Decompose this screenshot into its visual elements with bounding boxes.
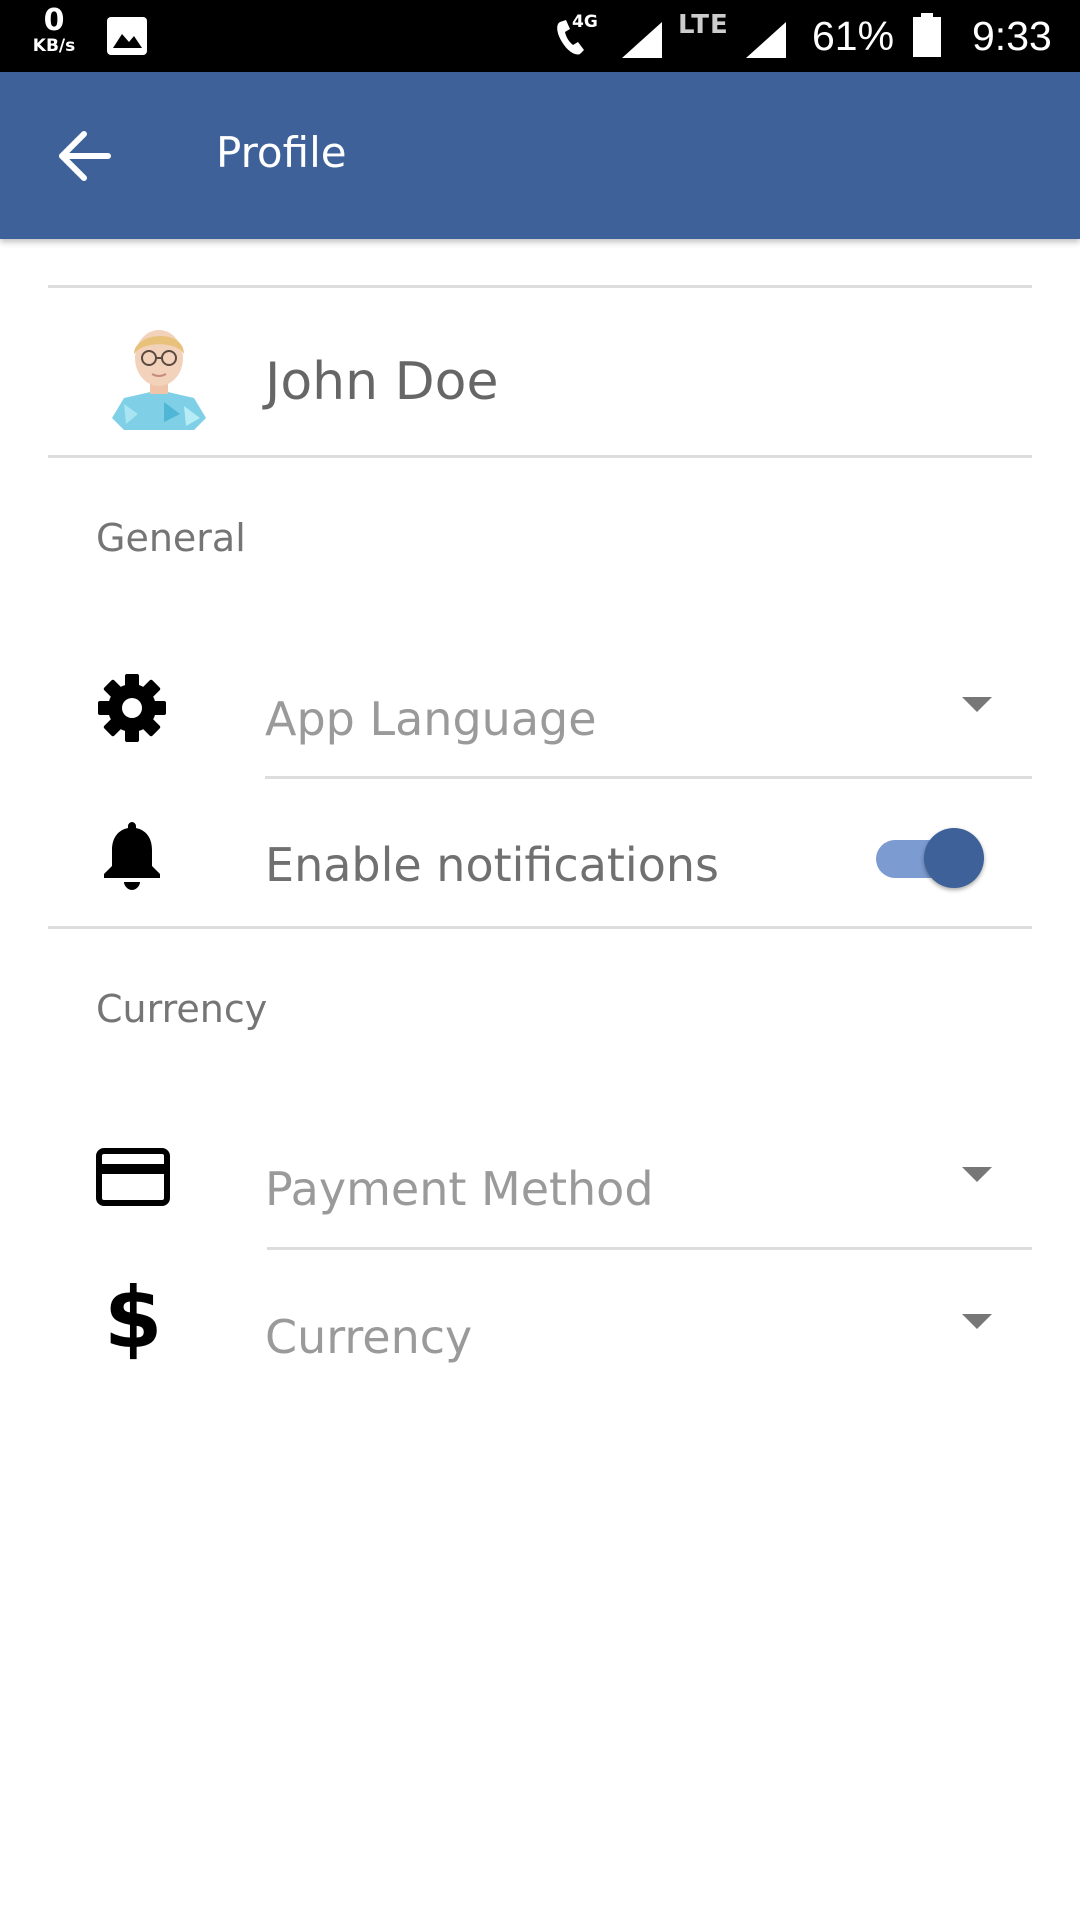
battery-percent: 61% [812,13,895,59]
notifications-toggle[interactable] [876,826,986,888]
notifications-label: Enable notifications [265,838,719,892]
chevron-down-icon [962,697,992,712]
bell-icon [104,822,160,890]
divider-profile [48,455,1032,458]
image-notification-icon [107,17,147,55]
network-type-label: 4G [572,12,598,32]
gear-icon [98,674,166,742]
data-speed-indicator: 0 KB/s [24,6,84,55]
app-language-dropdown[interactable]: App Language [265,680,1032,780]
avatar[interactable] [104,318,214,434]
app-language-underline [265,776,1032,779]
battery-icon [913,13,941,57]
section-label-currency: Currency [96,987,268,1031]
payment-method-placeholder: Payment Method [265,1162,654,1216]
signal-icon-1 [622,22,662,58]
chevron-down-icon [962,1167,992,1182]
data-speed-unit: KB/s [32,36,76,56]
toggle-thumb [924,828,984,888]
user-name: John Doe [265,352,499,412]
back-button[interactable] [58,130,128,182]
lte-label: LTE [678,10,729,40]
status-bar: 0 KB/s 4G LTE 61% 9:33 [0,0,1080,72]
payment-method-dropdown[interactable]: Payment Method [265,1150,1032,1250]
currency-dropdown[interactable]: Currency [265,1298,1032,1398]
dollar-icon: $ [104,1269,163,1367]
signal-icon-2 [746,22,786,58]
app-bar: Profile [0,72,1080,239]
clock: 9:33 [972,13,1052,59]
section-label-general: General [96,516,246,560]
app-language-placeholder: App Language [265,692,597,746]
divider-top [48,285,1032,288]
credit-card-icon [96,1148,170,1206]
chevron-down-icon [962,1314,992,1329]
divider-general [48,926,1032,929]
currency-placeholder: Currency [265,1310,473,1364]
data-speed-value: 0 [43,3,65,38]
payment-method-underline [267,1247,1032,1250]
arrow-back-icon [59,131,111,181]
page-title: Profile [216,128,347,177]
